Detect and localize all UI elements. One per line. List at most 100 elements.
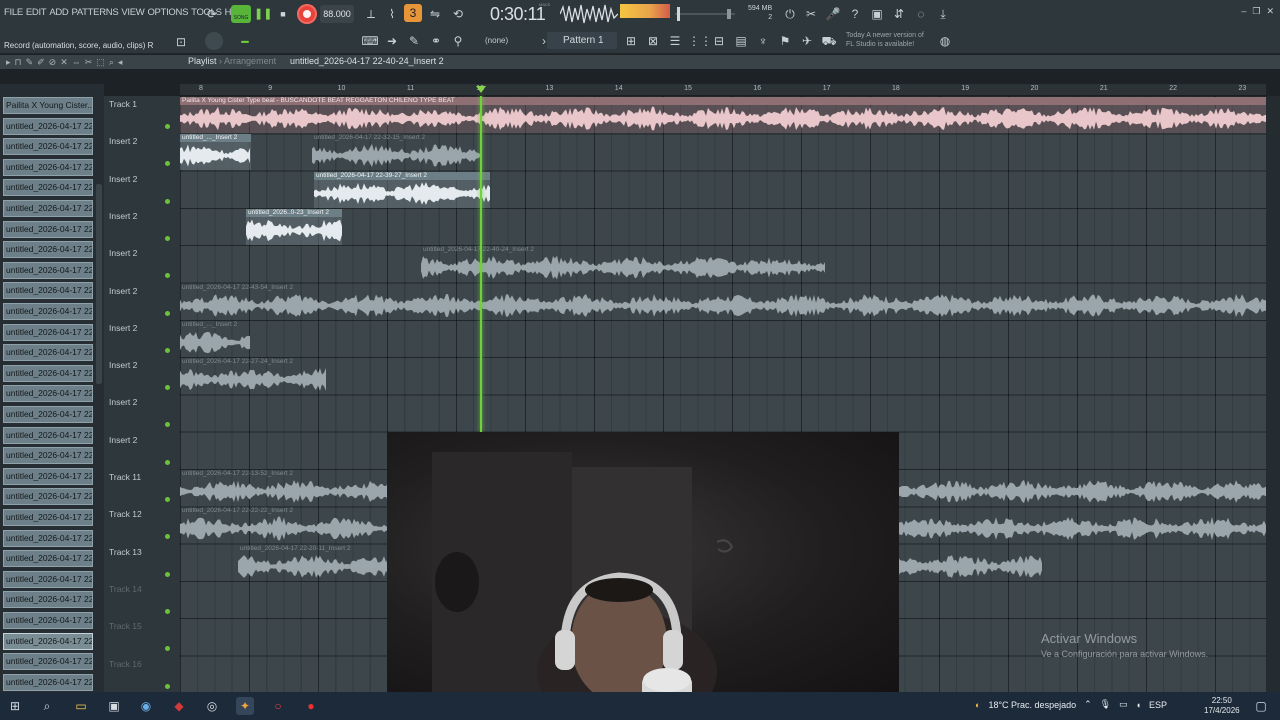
export-icon[interactable]: ⇵: [890, 5, 908, 23]
audio-clip[interactable]: untitled_2026-04-17 22-43-54_Insert 2: [180, 284, 1266, 320]
tempo-tapper-icon[interactable]: ⚑: [776, 32, 794, 50]
playlist-menu-icon[interactable]: ▸: [6, 57, 11, 68]
menu-file[interactable]: FILE: [4, 7, 23, 18]
track-mute-led[interactable]: [165, 571, 170, 577]
track-name[interactable]: Insert 2: [109, 323, 137, 333]
file-explorer-icon[interactable]: ▭: [72, 697, 90, 715]
browser-item[interactable]: Pailita X Young Cister...: [3, 97, 93, 114]
browser-item[interactable]: untitled_2026-04-17 22-...: [3, 158, 93, 176]
tray-expand-icon[interactable]: ⌃: [1084, 699, 1092, 710]
browser-item[interactable]: untitled_2026-04-17 22-...: [3, 220, 93, 238]
track-mute-led[interactable]: [165, 198, 170, 204]
browser-item[interactable]: untitled_2026-04-17 22-...: [3, 282, 93, 300]
track-mute-led[interactable]: [165, 235, 170, 241]
track-name[interactable]: Track 12: [109, 509, 142, 519]
track-name[interactable]: Track 16: [109, 659, 142, 669]
snap-selector[interactable]: (none): [473, 33, 528, 48]
browser-item[interactable]: untitled_2026-04-17 22-...: [3, 591, 93, 609]
chat-icon[interactable]: ◌: [912, 5, 930, 23]
pattern-selector[interactable]: Pattern 1: [547, 32, 617, 49]
menu-view[interactable]: VIEW: [121, 7, 144, 18]
slip-tool-icon[interactable]: ⇔: [72, 57, 81, 68]
browser-item[interactable]: untitled_2026-04-17 22-...: [3, 612, 93, 629]
menu-add[interactable]: ADD: [49, 7, 68, 18]
browser-item[interactable]: untitled_2026-04-17 22-...: [3, 179, 93, 197]
menu-edit[interactable]: EDIT: [26, 7, 47, 18]
browser-item[interactable]: untitled_2026-04-17 22-...: [3, 632, 93, 650]
volume-icon[interactable]: ◖: [1136, 700, 1141, 710]
link-icon[interactable]: ⚭: [427, 32, 445, 50]
metronome-icon[interactable]: ⟂: [362, 5, 380, 23]
browser-item[interactable]: untitled_2026-04-17 22-...: [3, 344, 93, 362]
song-mode-toggle[interactable]: SONG: [231, 5, 251, 23]
piano-roll-icon[interactable]: ⌨: [361, 32, 379, 50]
news-icon[interactable]: ◍: [936, 32, 954, 50]
browser-item[interactable]: untitled_2026-04-17 22-...: [3, 138, 93, 156]
menu-patterns[interactable]: PATTERNS: [72, 7, 119, 18]
track-name[interactable]: Insert 2: [109, 397, 137, 407]
brush-icon[interactable]: ✎: [405, 32, 423, 50]
track-mute-led[interactable]: [165, 161, 170, 167]
save-icon[interactable]: ▣: [868, 5, 886, 23]
typing-keyboard-icon[interactable]: ⊡: [172, 33, 190, 51]
browser-item[interactable]: untitled_2026-04-17 22-...: [3, 653, 93, 671]
mic-tray-icon[interactable]: 🎙: [1100, 699, 1111, 710]
browser-item[interactable]: untitled_2026-04-17 22-...: [3, 200, 93, 217]
stamp-icon[interactable]: ⚲: [449, 32, 467, 50]
mute-tool-icon[interactable]: ✕: [60, 57, 68, 68]
audio-clip[interactable]: untitled_2026-04-17 22-32-15_Insert 2: [312, 134, 482, 170]
loop-icon[interactable]: ⟳: [203, 5, 221, 23]
track-mute-led[interactable]: [165, 310, 170, 316]
notification-icon[interactable]: ▢: [1252, 697, 1270, 715]
track-mute-led[interactable]: [165, 124, 170, 129]
track-mute-led[interactable]: [165, 347, 170, 353]
audio-clip[interactable]: untitled_2026-04-17 22-27-24_Insert 2: [180, 358, 326, 394]
browser-item[interactable]: untitled_2026-04-17 22-...: [3, 550, 93, 568]
select-tool-icon[interactable]: ⬚: [96, 57, 105, 68]
browser-item[interactable]: untitled_2026-04-17 22-...: [3, 117, 93, 135]
cart-icon[interactable]: ⛟: [820, 32, 838, 50]
playback-tool-icon[interactable]: ◂: [118, 57, 123, 68]
cut-icon[interactable]: ✂: [802, 5, 820, 23]
track-name[interactable]: Track 14: [109, 584, 142, 594]
track-mute-led[interactable]: [165, 646, 170, 652]
browser-item[interactable]: untitled_2026-04-17 22-...: [3, 261, 93, 279]
audio-clip[interactable]: Pailita X Young Cister Type beat - BUSCA…: [180, 97, 1266, 133]
channel-rack-icon[interactable]: ⋮⋮: [688, 32, 712, 50]
edison-icon[interactable]: ✈: [798, 32, 816, 50]
search-icon[interactable]: ⌕: [38, 697, 56, 715]
playlist-vertical-scrollbar[interactable]: [1266, 96, 1280, 692]
network-icon[interactable]: ▭: [1119, 699, 1128, 710]
next-icon[interactable]: ➜: [383, 32, 401, 50]
audio-clip[interactable]: untitled_..._Insert 2: [180, 321, 250, 357]
minimize-icon[interactable]: –: [1241, 6, 1246, 17]
record-button[interactable]: [297, 4, 317, 24]
browser-item[interactable]: untitled_2026-04-17 22-...: [3, 406, 93, 423]
track-name[interactable]: Track 1: [109, 99, 137, 109]
playlist-icon[interactable]: ⊟: [710, 32, 728, 50]
loop-record-icon[interactable]: ⟲: [449, 5, 467, 23]
track-mute-led[interactable]: [165, 273, 170, 279]
snap-icon[interactable]: ⊠: [644, 32, 662, 50]
blend-notes-icon[interactable]: ⇋: [426, 5, 444, 23]
paint-tool-icon[interactable]: ✐: [37, 57, 45, 68]
fl-studio-icon[interactable]: ✦: [236, 697, 254, 715]
time-display[interactable]: 0:30:11 M:S:CS: [490, 2, 552, 26]
windows-start-icon[interactable]: ⊞: [6, 697, 24, 715]
track-mute-led[interactable]: [165, 608, 170, 614]
slice-tool-icon[interactable]: ✂: [85, 57, 93, 68]
browser-item[interactable]: untitled_2026-04-17 22-...: [3, 241, 93, 259]
track-name[interactable]: Insert 2: [109, 286, 137, 296]
browser-item[interactable]: untitled_2026-04-17 22-...: [3, 509, 93, 526]
help-icon[interactable]: ?: [846, 5, 864, 23]
browser-item[interactable]: untitled_2026-04-17 22-...: [3, 529, 93, 547]
track-name[interactable]: Track 15: [109, 621, 142, 631]
pause-button[interactable]: ❚❚: [254, 5, 272, 23]
audio-clip[interactable]: untitled_2026-04-17 22-39-27_Insert 2: [314, 171, 490, 208]
countdown-icon[interactable]: 3: [404, 4, 422, 22]
delete-tool-icon[interactable]: ⊘: [49, 57, 57, 68]
pitch-slider-icon[interactable]: ━: [236, 33, 254, 51]
undo-history-icon[interactable]: ⏻: [781, 5, 799, 23]
mixer-icon[interactable]: ☰: [666, 32, 684, 50]
restore-icon[interactable]: ❐: [1252, 6, 1260, 17]
